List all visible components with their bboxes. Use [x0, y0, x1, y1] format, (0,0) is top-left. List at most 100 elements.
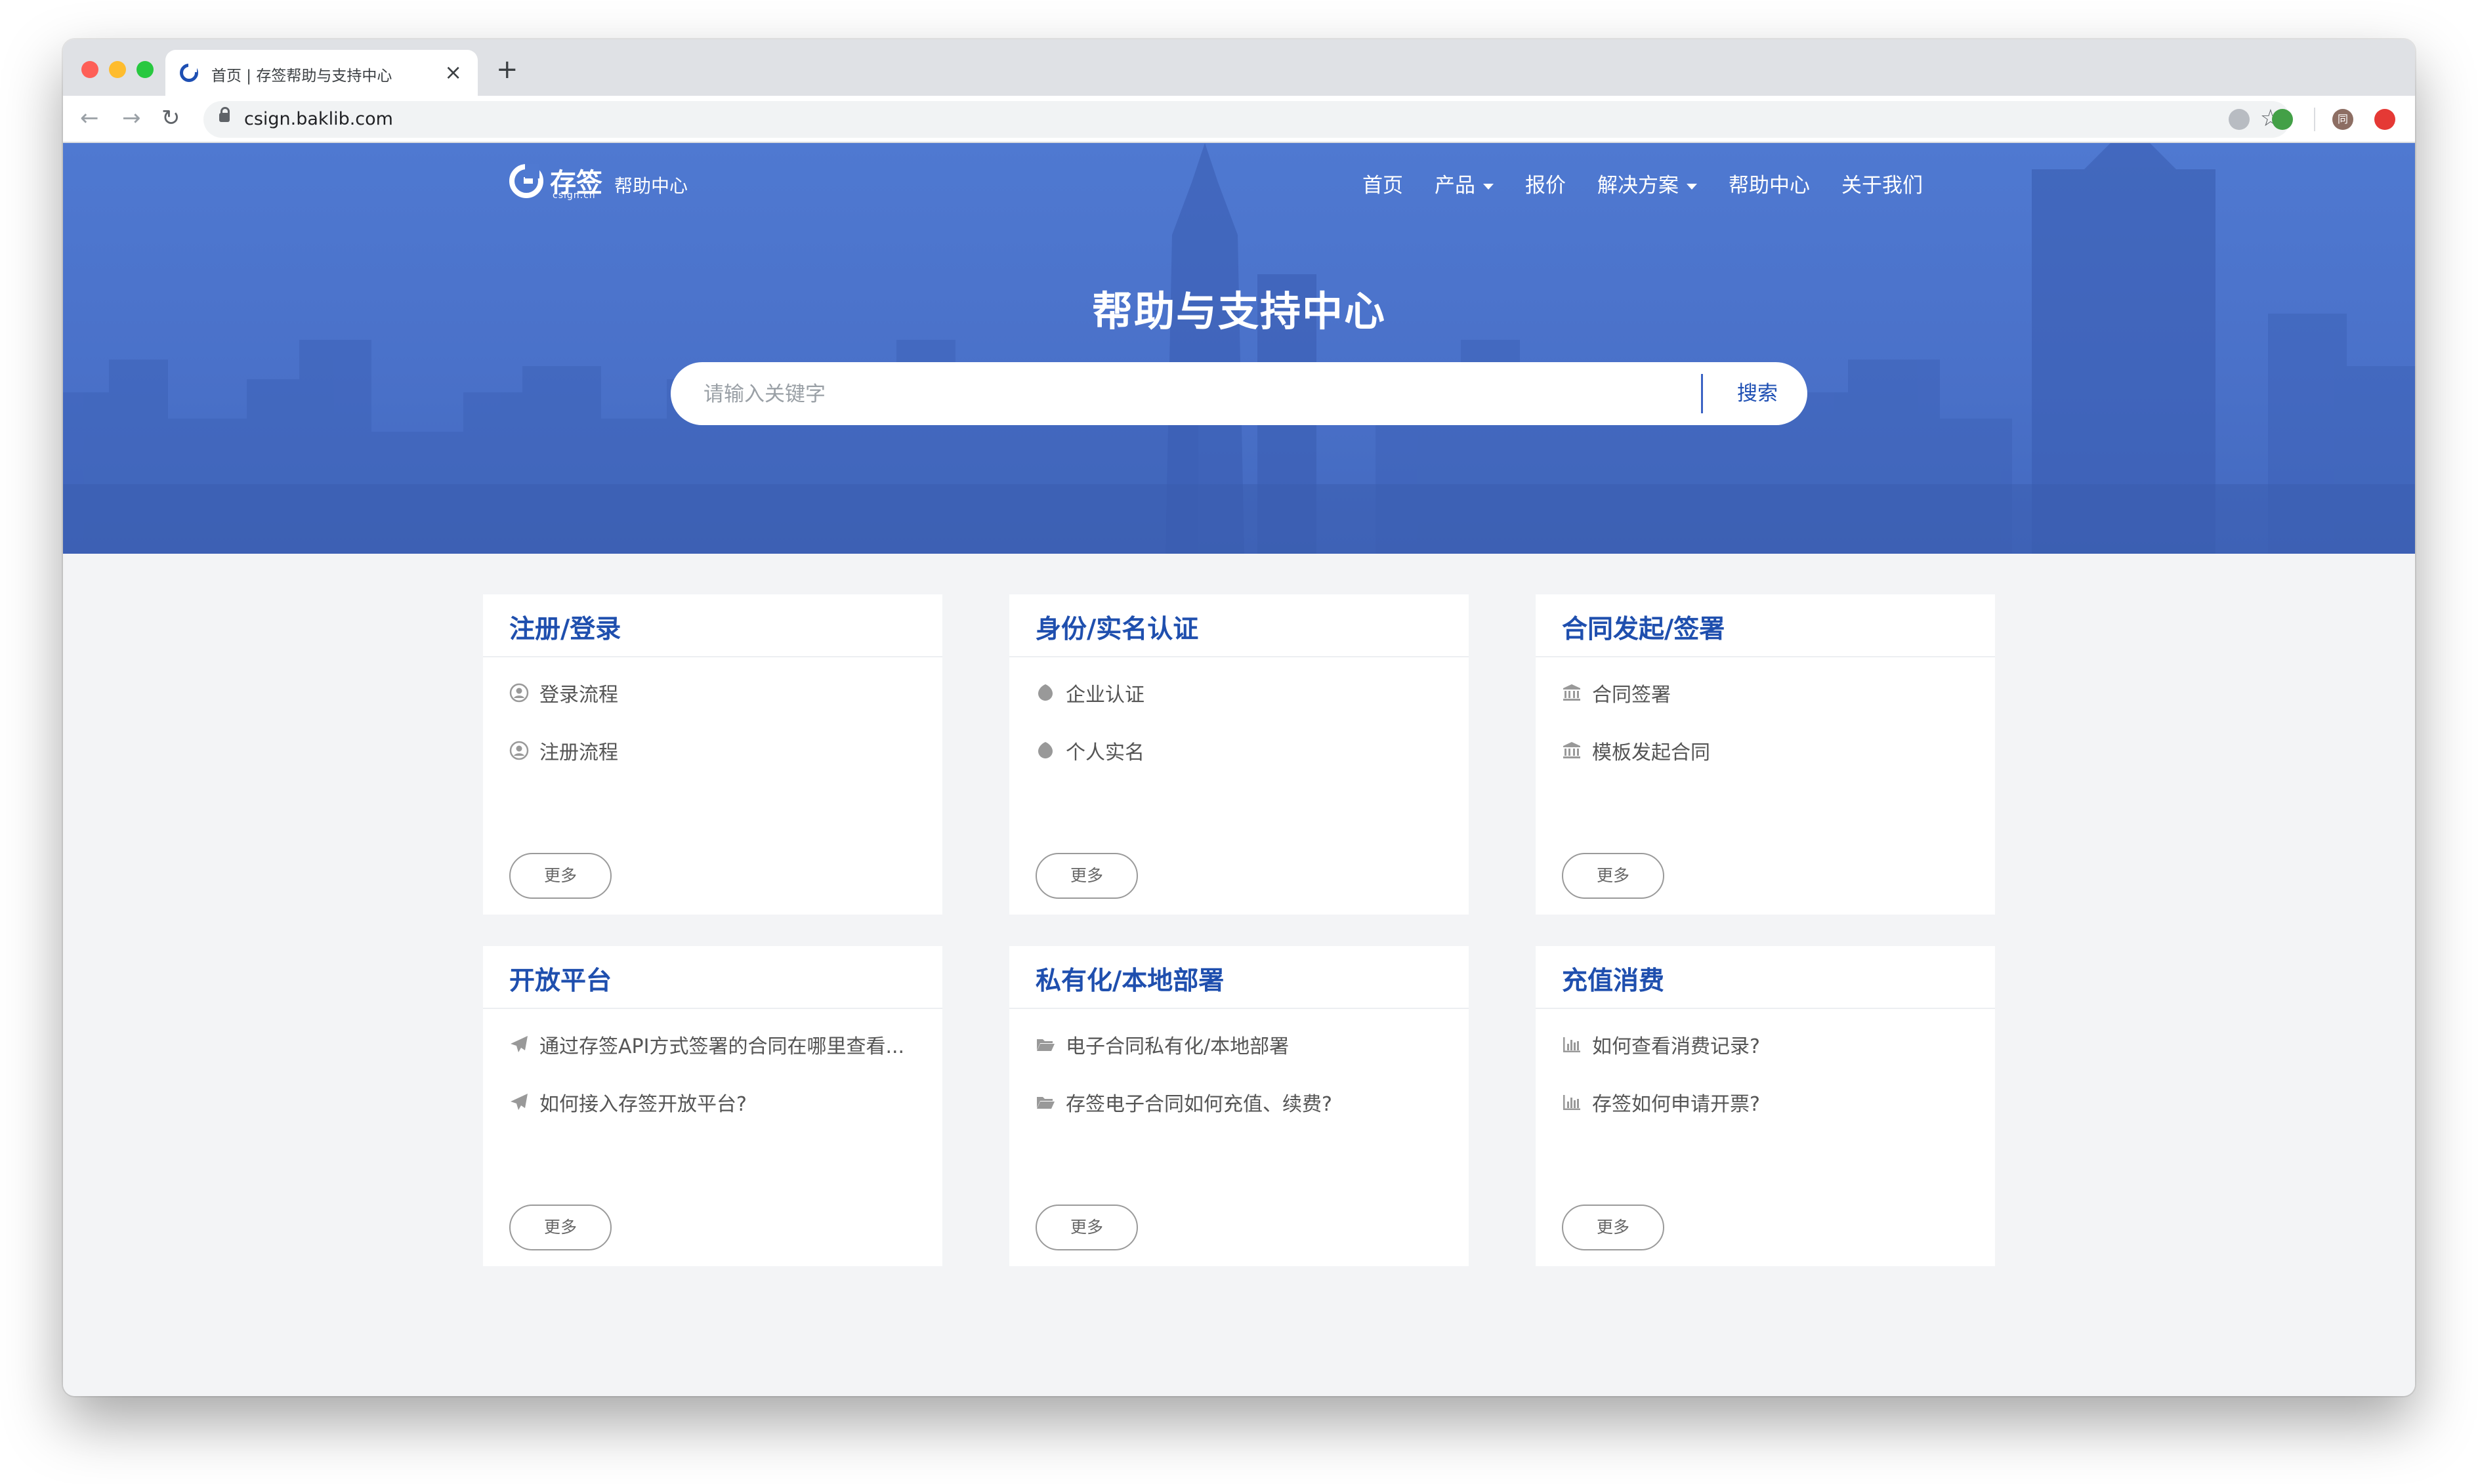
list-item[interactable]: 电子合同私有化/本地部署	[1036, 1031, 1289, 1058]
list-item-label: 如何查看消费记录?	[1592, 1035, 1760, 1058]
nav-item-products[interactable]: 产品	[1435, 169, 1494, 202]
card-divider	[483, 656, 942, 657]
maximize-window-button[interactable]	[136, 61, 154, 78]
browser-window: 首页 | 存签帮助与支持中心 × + ← → ↻ csign.baklib.co…	[63, 39, 2415, 1396]
bar-chart-icon	[1562, 1092, 1582, 1112]
page-title: 帮助与支持中心	[1091, 287, 1386, 335]
more-button[interactable]: 更多	[1562, 1205, 1664, 1250]
nav-item-solutions[interactable]: 解决方案	[1597, 169, 1697, 202]
browser-toolbar: ← → ↻ csign.baklib.com ☆ 同	[63, 96, 2415, 143]
tab-title: 首页 | 存签帮助与支持中心	[211, 68, 392, 85]
list-item[interactable]: 个人实名	[1036, 737, 1144, 764]
list-item-label: 个人实名	[1066, 741, 1144, 764]
list-item[interactable]: 模板发起合同	[1562, 737, 1710, 764]
city-skyline-image	[63, 143, 2415, 554]
hero-banner: 存签 csign.cn 帮助中心 首页 产品 报价 解决方案 帮助中心 关于我们…	[63, 143, 2415, 554]
search-input[interactable]	[702, 362, 1729, 426]
new-tab-button[interactable]: +	[496, 55, 518, 84]
search-button[interactable]: 搜索	[1708, 362, 1807, 425]
extension-globe-icon[interactable]	[2229, 109, 2250, 130]
logo-domain: csign.cn	[553, 190, 596, 201]
list-item-label: 登录流程	[539, 684, 618, 707]
card-divider	[1009, 1008, 1469, 1009]
list-item[interactable]: 企业认证	[1036, 680, 1144, 707]
reload-icon[interactable]: ↻	[161, 105, 180, 131]
card-title[interactable]: 私有化/本地部署	[1036, 960, 1224, 997]
list-item[interactable]: 登录流程	[509, 680, 618, 707]
folder-open-icon	[1036, 1035, 1055, 1054]
category-card: 身份/实名认证 企业认证 个人实名 更多	[1009, 594, 1469, 915]
nav-item-help[interactable]: 帮助中心	[1729, 169, 1810, 202]
back-arrow-icon[interactable]: ←	[80, 105, 99, 131]
favicon-icon	[180, 64, 198, 82]
forward-arrow-icon[interactable]: →	[122, 105, 141, 131]
close-window-button[interactable]	[81, 61, 98, 78]
page-content: 存签 csign.cn 帮助中心 首页 产品 报价 解决方案 帮助中心 关于我们…	[63, 143, 2415, 1396]
main-nav: 首页 产品 报价 解决方案 帮助中心 关于我们	[1362, 169, 1954, 202]
rebel-icon	[1036, 683, 1055, 703]
list-item[interactable]: 注册流程	[509, 737, 618, 764]
search-divider	[1701, 374, 1703, 413]
logo-help-label[interactable]: 帮助中心	[614, 172, 688, 198]
card-title[interactable]: 开放平台	[509, 960, 612, 997]
minimize-window-button[interactable]	[109, 61, 126, 78]
extension-check-icon[interactable]	[2272, 109, 2293, 130]
url-text: csign.baklib.com	[244, 109, 393, 129]
nav-item-pricing[interactable]: 报价	[1525, 169, 1566, 202]
search-bar: 搜索	[671, 362, 1807, 426]
list-item-label: 企业认证	[1066, 684, 1144, 707]
card-title[interactable]: 合同发起/签署	[1562, 609, 1725, 646]
list-item-label: 合同签署	[1592, 684, 1671, 707]
lock-icon	[219, 107, 230, 122]
category-card: 注册/登录 登录流程 注册流程 更多	[483, 594, 942, 915]
profile-avatar[interactable]: 同	[2332, 109, 2353, 130]
card-divider	[1536, 656, 1995, 657]
bank-icon	[1562, 741, 1582, 760]
list-item-label: 如何接入存签开放平台?	[539, 1093, 747, 1116]
category-card: 私有化/本地部署 电子合同私有化/本地部署 存签电子合同如何充值、续费? 更多	[1009, 946, 1469, 1266]
folder-open-icon	[1036, 1092, 1055, 1112]
card-title[interactable]: 注册/登录	[509, 609, 621, 646]
card-title[interactable]: 身份/实名认证	[1036, 609, 1198, 646]
more-button[interactable]: 更多	[1036, 853, 1138, 899]
nav-item-label: 解决方案	[1597, 174, 1679, 197]
logo-icon	[509, 164, 543, 198]
card-title[interactable]: 充值消费	[1562, 960, 1664, 997]
more-button[interactable]: 更多	[509, 1205, 612, 1250]
rebel-icon	[1036, 741, 1055, 760]
toolbar-divider	[2314, 108, 2315, 131]
bar-chart-icon	[1562, 1035, 1582, 1054]
user-circle-icon	[509, 741, 529, 760]
nav-item-home[interactable]: 首页	[1362, 169, 1403, 202]
more-button[interactable]: 更多	[509, 853, 612, 899]
list-item[interactable]: 通过存签API方式签署的合同在哪里查看...	[509, 1031, 904, 1058]
caret-down-icon	[1687, 184, 1697, 190]
card-divider	[1009, 656, 1469, 657]
list-item[interactable]: 存签电子合同如何充值、续费?	[1036, 1089, 1332, 1116]
list-item-label: 注册流程	[539, 741, 618, 764]
browser-tab[interactable]: 首页 | 存签帮助与支持中心 ×	[165, 50, 478, 96]
list-item-label: 通过存签API方式签署的合同在哪里查看...	[539, 1035, 905, 1058]
list-item[interactable]: 合同签署	[1562, 680, 1671, 707]
paper-plane-icon	[509, 1092, 529, 1112]
close-tab-icon[interactable]: ×	[444, 59, 462, 85]
extension-update-icon[interactable]	[2374, 109, 2395, 130]
list-item[interactable]: 如何查看消费记录?	[1562, 1031, 1760, 1058]
category-card: 充值消费 如何查看消费记录? 存签如何申请开票? 更多	[1536, 946, 1995, 1266]
more-button[interactable]: 更多	[1562, 853, 1664, 899]
more-button[interactable]: 更多	[1036, 1205, 1138, 1250]
list-item-label: 存签电子合同如何充值、续费?	[1066, 1093, 1332, 1116]
list-item[interactable]: 存签如何申请开票?	[1562, 1089, 1760, 1116]
list-item-label: 电子合同私有化/本地部署	[1066, 1035, 1290, 1058]
nav-item-about[interactable]: 关于我们	[1841, 169, 1923, 202]
card-divider	[483, 1008, 942, 1009]
category-card: 开放平台 通过存签API方式签署的合同在哪里查看... 如何接入存签开放平台? …	[483, 946, 942, 1266]
address-bar[interactable]: csign.baklib.com ☆	[203, 101, 2290, 138]
bank-icon	[1562, 683, 1582, 703]
list-item-label: 模板发起合同	[1592, 741, 1710, 764]
list-item[interactable]: 如何接入存签开放平台?	[509, 1089, 747, 1116]
caret-down-icon	[1483, 184, 1494, 190]
card-divider	[1536, 1008, 1995, 1009]
paper-plane-icon	[509, 1035, 529, 1054]
nav-item-label: 产品	[1435, 174, 1475, 197]
